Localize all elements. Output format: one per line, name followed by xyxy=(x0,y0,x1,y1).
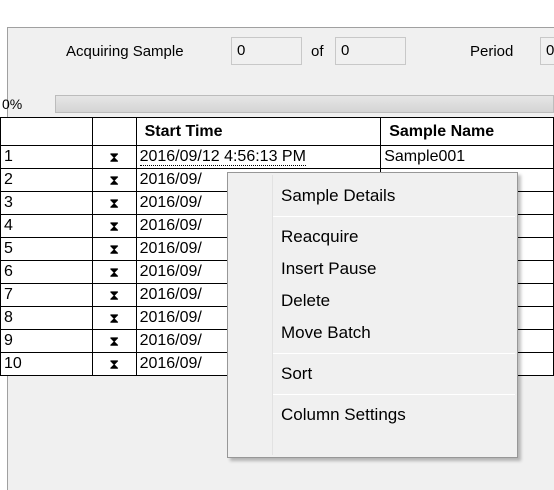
hourglass-icon: ⧗ xyxy=(109,264,120,280)
column-header-start-time[interactable]: Start Time xyxy=(135,117,382,146)
row-index: 6 xyxy=(0,260,93,284)
hourglass-icon: ⧗ xyxy=(109,287,120,303)
row-index: 1 xyxy=(0,145,93,169)
hourglass-icon: ⧗ xyxy=(109,333,120,349)
column-header-sample-name[interactable]: Sample Name xyxy=(380,117,554,146)
menu-item-sample-details[interactable]: Sample Details xyxy=(228,180,517,212)
menu-item-sort[interactable]: Sort xyxy=(228,358,517,390)
row-index: 2 xyxy=(0,168,93,192)
hourglass-icon: ⧗ xyxy=(109,172,120,188)
menu-item-insert-pause[interactable]: Insert Pause xyxy=(228,253,517,285)
start-time-cell[interactable]: 2016/09/12 4:56:13 PM xyxy=(135,145,382,169)
menu-item-delete[interactable]: Delete xyxy=(228,285,517,317)
row-index: 8 xyxy=(0,306,93,330)
period-field: 0 xyxy=(540,37,554,65)
menu-separator xyxy=(273,216,515,217)
acquisition-progress-bar xyxy=(55,95,554,113)
row-index: 4 xyxy=(0,214,93,238)
menu-separator xyxy=(273,394,515,395)
hourglass-icon: ⧗ xyxy=(109,218,120,234)
total-samples-field: 0 xyxy=(335,37,406,65)
row-index: 10 xyxy=(0,352,93,376)
current-sample-field: 0 xyxy=(231,37,302,65)
row-index: 7 xyxy=(0,283,93,307)
table-header-row: Start Time Sample Name xyxy=(0,117,554,146)
column-header-status[interactable] xyxy=(91,117,137,146)
context-menu: Sample Details Reacquire Insert Pause De… xyxy=(227,172,518,458)
hourglass-icon: ⧗ xyxy=(109,241,120,257)
menu-item-reacquire[interactable]: Reacquire xyxy=(228,221,517,253)
row-index: 5 xyxy=(0,237,93,261)
menu-item-column-settings[interactable]: Column Settings xyxy=(228,399,517,431)
of-label: of xyxy=(311,43,324,60)
hourglass-icon: ⧗ xyxy=(109,356,120,372)
row-index: 3 xyxy=(0,191,93,215)
menu-item-move-batch[interactable]: Move Batch xyxy=(228,317,517,349)
table-row[interactable]: 1 ⧗ 2016/09/12 4:56:13 PM Sample001 xyxy=(0,145,554,169)
menu-separator xyxy=(273,353,515,354)
column-header-index[interactable] xyxy=(0,117,93,146)
row-index: 9 xyxy=(0,329,93,353)
hourglass-icon: ⧗ xyxy=(109,149,120,165)
hourglass-icon: ⧗ xyxy=(109,310,120,326)
sample-name-cell[interactable]: Sample001 xyxy=(380,145,554,169)
period-label: Period xyxy=(470,43,514,60)
progress-percent-label: 0% xyxy=(2,96,23,112)
hourglass-icon: ⧗ xyxy=(109,195,120,211)
acquiring-sample-label: Acquiring Sample xyxy=(66,43,184,60)
